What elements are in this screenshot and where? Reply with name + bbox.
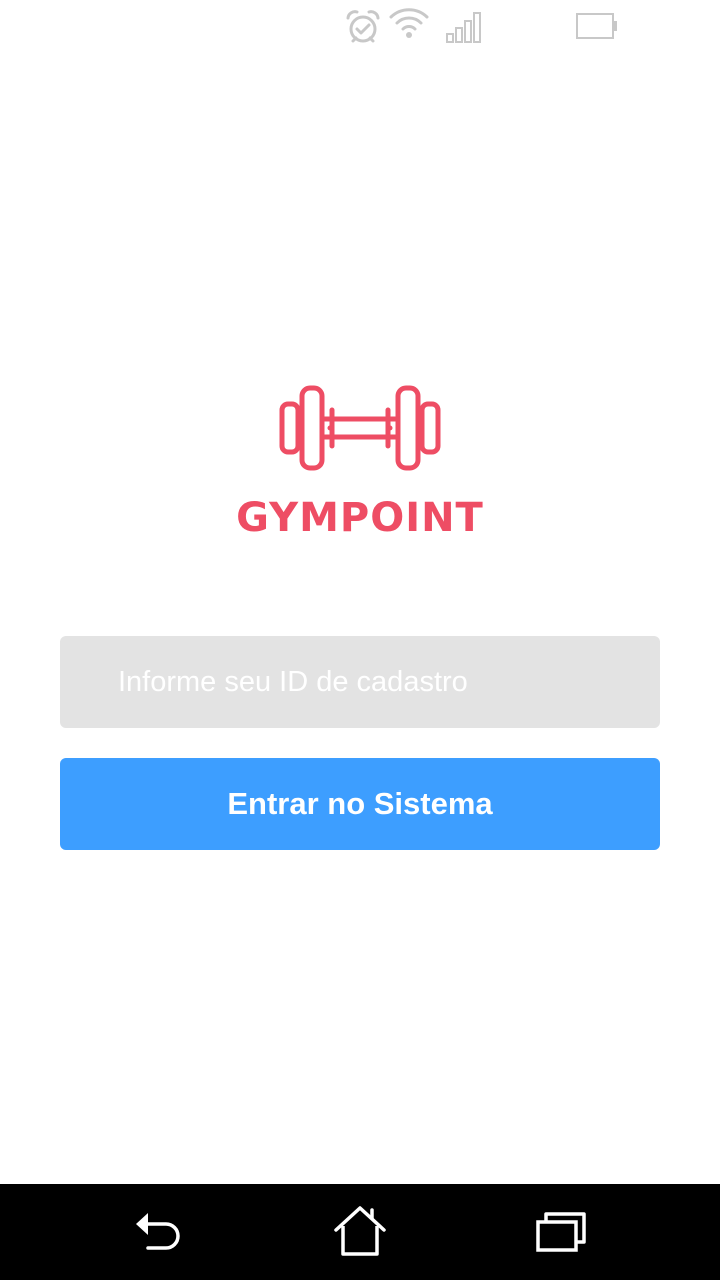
id-input[interactable] xyxy=(60,636,660,728)
back-icon[interactable] xyxy=(128,1202,188,1262)
wifi-icon xyxy=(389,8,429,38)
home-icon[interactable] xyxy=(330,1202,390,1262)
status-bar xyxy=(0,0,720,54)
signal-icon xyxy=(446,12,481,43)
recents-icon[interactable] xyxy=(530,1202,590,1262)
login-button[interactable]: Entrar no Sistema xyxy=(60,758,660,850)
login-screen: GYMPOINT Entrar no Sistema xyxy=(0,0,720,1280)
dumbbell-icon xyxy=(279,385,441,471)
alarm-icon xyxy=(346,10,380,43)
battery-icon xyxy=(576,13,617,39)
navigation-bar xyxy=(0,1184,720,1280)
brand-name: GYMPOINT xyxy=(236,495,484,541)
